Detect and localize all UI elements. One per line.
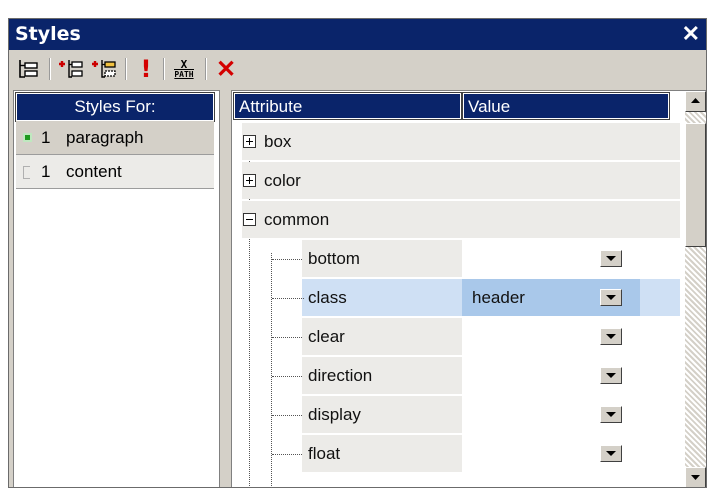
insert-selector-button[interactable] bbox=[56, 56, 86, 82]
collapse-icon[interactable] bbox=[243, 213, 256, 226]
scroll-up-button[interactable] bbox=[685, 91, 706, 112]
toolbar-separator bbox=[205, 58, 207, 80]
scroll-down-button[interactable] bbox=[685, 467, 706, 487]
tree-line bbox=[272, 298, 304, 299]
property-name: display bbox=[308, 405, 361, 424]
list-item-count: 1 bbox=[41, 128, 51, 147]
delete-button[interactable]: ✕ bbox=[211, 55, 241, 83]
property-row-float[interactable]: float bbox=[232, 434, 680, 473]
scroll-thumb[interactable] bbox=[685, 123, 706, 247]
property-name: direction bbox=[308, 366, 373, 385]
list-item-count: 1 bbox=[41, 162, 51, 181]
important-icon: ! bbox=[140, 55, 152, 83]
list-item-content[interactable]: 1 content bbox=[16, 155, 214, 189]
dropdown-arrow-icon[interactable] bbox=[600, 406, 622, 423]
delete-icon: ✕ bbox=[215, 55, 237, 83]
styles-for-list: Styles For: 1 paragraph 1 content bbox=[13, 90, 220, 487]
tree-line bbox=[272, 454, 304, 455]
xpath-icon-top: X bbox=[180, 57, 188, 71]
tree-line bbox=[272, 376, 304, 377]
group-row-color[interactable]: color bbox=[232, 161, 680, 200]
list-item-label: content bbox=[66, 162, 122, 181]
property-row-direction[interactable]: direction bbox=[232, 356, 680, 395]
tree-line bbox=[272, 415, 304, 416]
property-row-class[interactable]: class header bbox=[232, 278, 680, 317]
title-bar[interactable]: Styles ✕ bbox=[9, 19, 706, 50]
list-item-label: paragraph bbox=[66, 128, 144, 147]
append-selector-button[interactable] bbox=[89, 56, 119, 82]
property-row-clear[interactable]: clear bbox=[232, 317, 680, 356]
dropdown-arrow-icon[interactable] bbox=[600, 250, 622, 267]
group-label: box bbox=[264, 132, 292, 151]
tree-line bbox=[272, 337, 304, 338]
xpath-icon: X PATH bbox=[174, 57, 194, 79]
value-column-header[interactable]: Value bbox=[462, 92, 670, 120]
close-icon[interactable]: ✕ bbox=[682, 21, 700, 47]
styles-for-header: Styles For: bbox=[15, 92, 215, 122]
group-row-box[interactable]: box bbox=[232, 122, 680, 161]
expand-icon[interactable] bbox=[243, 174, 256, 187]
tree-line bbox=[272, 259, 304, 260]
property-row-bottom[interactable]: bottom bbox=[232, 239, 680, 278]
property-name: bottom bbox=[308, 249, 360, 268]
scroll-up-icon bbox=[691, 98, 700, 103]
group-row-common[interactable]: common bbox=[232, 200, 680, 239]
property-value[interactable]: header bbox=[472, 278, 525, 317]
property-name: float bbox=[308, 444, 341, 463]
dropdown-arrow-icon[interactable] bbox=[600, 367, 622, 384]
window-title: Styles bbox=[15, 23, 81, 45]
property-row-display[interactable]: display bbox=[232, 395, 680, 434]
selected-marker-icon bbox=[23, 133, 32, 142]
attribute-column-header[interactable]: Attribute bbox=[233, 92, 462, 120]
list-item-paragraph[interactable]: 1 paragraph bbox=[16, 121, 214, 155]
group-label: common bbox=[264, 210, 330, 229]
vertical-scrollbar[interactable] bbox=[685, 91, 706, 487]
attribute-grid: Attribute Value box color common bottom … bbox=[231, 90, 706, 487]
toolbar-separator bbox=[163, 58, 165, 80]
expand-icon[interactable] bbox=[243, 135, 256, 148]
property-name: class bbox=[308, 288, 347, 307]
styles-window: Styles ✕ ! X PATH ✕ Styles For: 1 paragr… bbox=[8, 18, 707, 488]
property-name: clear bbox=[308, 327, 345, 346]
toolbar-separator bbox=[49, 58, 51, 80]
panes: Styles For: 1 paragraph 1 content Attrib… bbox=[9, 90, 706, 487]
xpath-button[interactable]: X PATH bbox=[169, 56, 199, 82]
bracket-marker-icon bbox=[23, 166, 30, 179]
dropdown-arrow-icon[interactable] bbox=[600, 289, 622, 306]
row-background bbox=[242, 123, 680, 160]
toolbar-separator bbox=[125, 58, 127, 80]
new-selector-button[interactable] bbox=[13, 56, 43, 82]
scroll-down-icon bbox=[691, 475, 700, 480]
dropdown-arrow-icon[interactable] bbox=[600, 445, 622, 462]
append-selector-icon bbox=[92, 60, 116, 78]
xpath-icon-bottom: PATH bbox=[174, 68, 194, 79]
group-label: color bbox=[264, 171, 301, 190]
row-background bbox=[242, 162, 680, 199]
new-selector-icon bbox=[19, 60, 38, 78]
toolbar: ! X PATH ✕ bbox=[9, 50, 706, 88]
insert-selector-icon bbox=[59, 60, 83, 78]
important-button[interactable]: ! bbox=[131, 55, 161, 83]
dropdown-arrow-icon[interactable] bbox=[600, 328, 622, 345]
